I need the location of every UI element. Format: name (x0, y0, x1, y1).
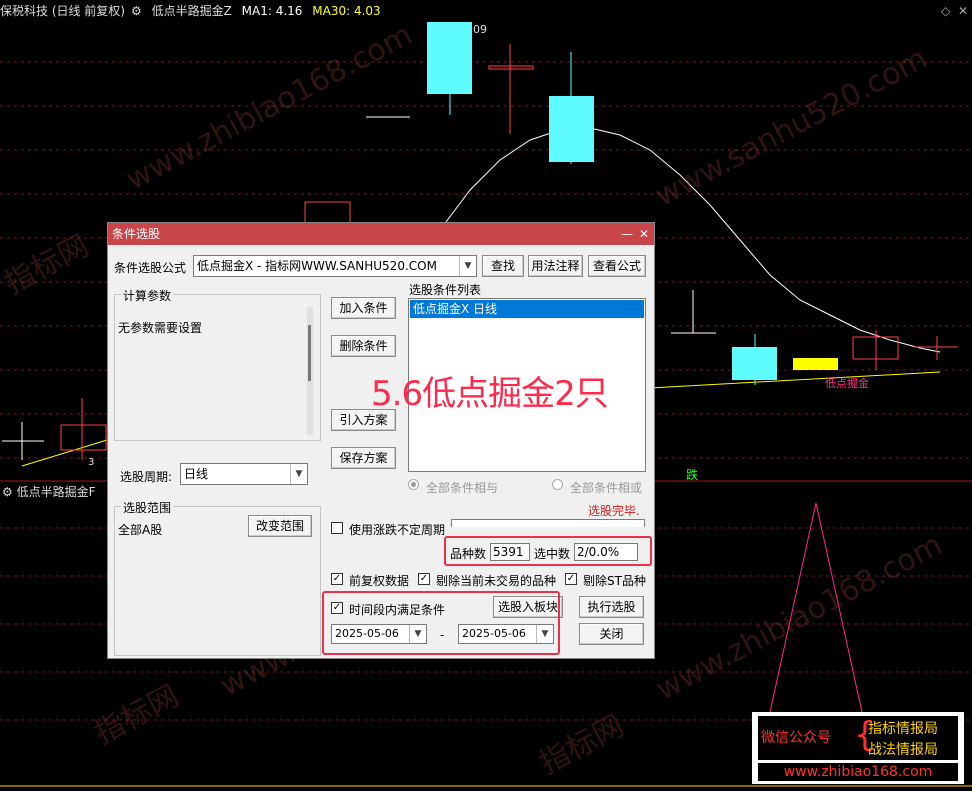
save-scheme-button[interactable]: 保存方案 (331, 447, 396, 469)
candle (304, 201, 351, 225)
st-checkbox[interactable]: ✓ (565, 573, 577, 585)
status-text: 选股完毕. (588, 504, 640, 518)
use-period-label: 使用涨跌不定周期 (349, 523, 446, 537)
candle (427, 22, 472, 94)
candle (488, 65, 534, 70)
close-icon[interactable]: ✕ (637, 223, 651, 245)
radio-and[interactable] (408, 479, 419, 490)
signal-label-down: 跌 (686, 467, 698, 482)
period-value: 日线 (184, 467, 209, 481)
formula-select[interactable]: 低点掘金X - 指标网WWW.SANHU520.COM ▼ (193, 255, 477, 277)
badge-right1: 指标情报局 (868, 721, 938, 737)
formula-label: 条件选股公式 (114, 261, 187, 275)
left-label: 3 (88, 457, 94, 468)
range-group: 选股范围 全部A股 改变范围 (114, 499, 321, 656)
change-range-button[interactable]: 改变范围 (248, 515, 312, 537)
add-condition-button[interactable]: 加入条件 (331, 297, 396, 319)
range-group-caption: 选股范围 (121, 499, 174, 516)
params-scrollbar[interactable] (307, 307, 313, 435)
candle (60, 424, 107, 451)
diamond-icon[interactable]: ◇ (941, 4, 950, 18)
find-button[interactable]: 查找 (482, 255, 524, 277)
badge-left: 微信公众号 (761, 730, 831, 746)
range-value: 全部A股 (118, 523, 163, 537)
fq-checkbox[interactable]: ✓ (331, 573, 343, 585)
radio-and-label: 全部条件相与 (426, 481, 499, 495)
indicator-gear-icon[interactable]: ⚙ (131, 4, 142, 18)
period-label: 选股周期: (120, 470, 173, 484)
lower-panel-title[interactable]: ⚙ 低点半路掘金F (2, 483, 96, 500)
radio-or-label: 全部条件相或 (570, 481, 643, 495)
badge-right2: 战法情报局 (868, 742, 938, 758)
use-period-input[interactable] (451, 519, 645, 527)
st-label: 剔除ST品种 (583, 574, 646, 588)
gear-icon[interactable]: ⚙ (2, 485, 13, 499)
notrade-label: 剔除当前未交易的品种 (436, 574, 557, 588)
chevron-down-icon[interactable]: ▼ (459, 256, 476, 276)
highlight-count-box (444, 536, 652, 566)
candle (732, 347, 777, 380)
params-group-caption: 计算参数 (121, 287, 174, 304)
signal-spike (769, 502, 863, 713)
remove-condition-button[interactable]: 删除条件 (331, 335, 396, 357)
minimize-icon[interactable]: — (620, 223, 634, 245)
signal-label-upper: 低点掘金 (825, 376, 869, 390)
highlight-period-box (322, 591, 560, 655)
stock-title[interactable]: 保税科技 (日线 前复权) (0, 4, 125, 18)
brand-badge: 微信公众号 { 指标情报局 战法情报局 www.zhibiao168.com (752, 712, 964, 784)
chart-header: 保税科技 (日线 前复权) ⚙ 低点半路掘金Z MA1: 4.16 MA30: 4… (0, 0, 972, 22)
params-group: 计算参数 无参数需要设置 (114, 287, 321, 441)
radio-or[interactable] (552, 479, 563, 490)
chevron-down-icon[interactable]: ▼ (290, 464, 307, 484)
badge-inner: 微信公众号 { 指标情报局 战法情报局 (758, 716, 958, 760)
view-formula-button[interactable]: 查看公式 (588, 255, 646, 277)
dialog-titlebar[interactable]: 条件选股 — ✕ (108, 223, 654, 245)
list-item[interactable]: 低点掘金X 日线 (410, 300, 644, 318)
formula-value: 低点掘金X - 指标网WWW.SANHU520.COM (197, 259, 437, 273)
candle (549, 96, 594, 162)
candle (793, 358, 838, 370)
usage-button[interactable]: 用法注释 (528, 255, 583, 277)
params-text: 无参数需要设置 (118, 321, 203, 335)
close-panel-icon[interactable]: ✕ (958, 4, 968, 18)
notrade-checkbox[interactable]: ✓ (418, 573, 430, 585)
close-button[interactable]: 关闭 (579, 623, 644, 645)
stock-screener-dialog: 条件选股 — ✕ 条件选股公式 低点掘金X - 指标网WWW.SANHU520.… (107, 222, 655, 659)
indicator-name[interactable]: 低点半路掘金Z (152, 4, 232, 18)
execute-button[interactable]: 执行选股 (579, 596, 644, 618)
annotation-text: 5.6低点掘金2只 (371, 374, 609, 414)
fq-label: 前复权数据 (349, 574, 410, 588)
use-period-checkbox[interactable] (331, 522, 343, 534)
ma30-value: MA30: 4.03 (312, 4, 381, 18)
dialog-title: 条件选股 (112, 227, 161, 241)
peak-label: 09 (473, 23, 487, 36)
ma1-value: MA1: 4.16 (241, 4, 303, 18)
badge-url: www.zhibiao168.com (758, 763, 958, 781)
lower-indicator-name: 低点半路掘金F (16, 485, 96, 499)
condition-list-label: 选股条件列表 (409, 283, 482, 297)
period-select[interactable]: 日线 ▼ (180, 463, 308, 485)
